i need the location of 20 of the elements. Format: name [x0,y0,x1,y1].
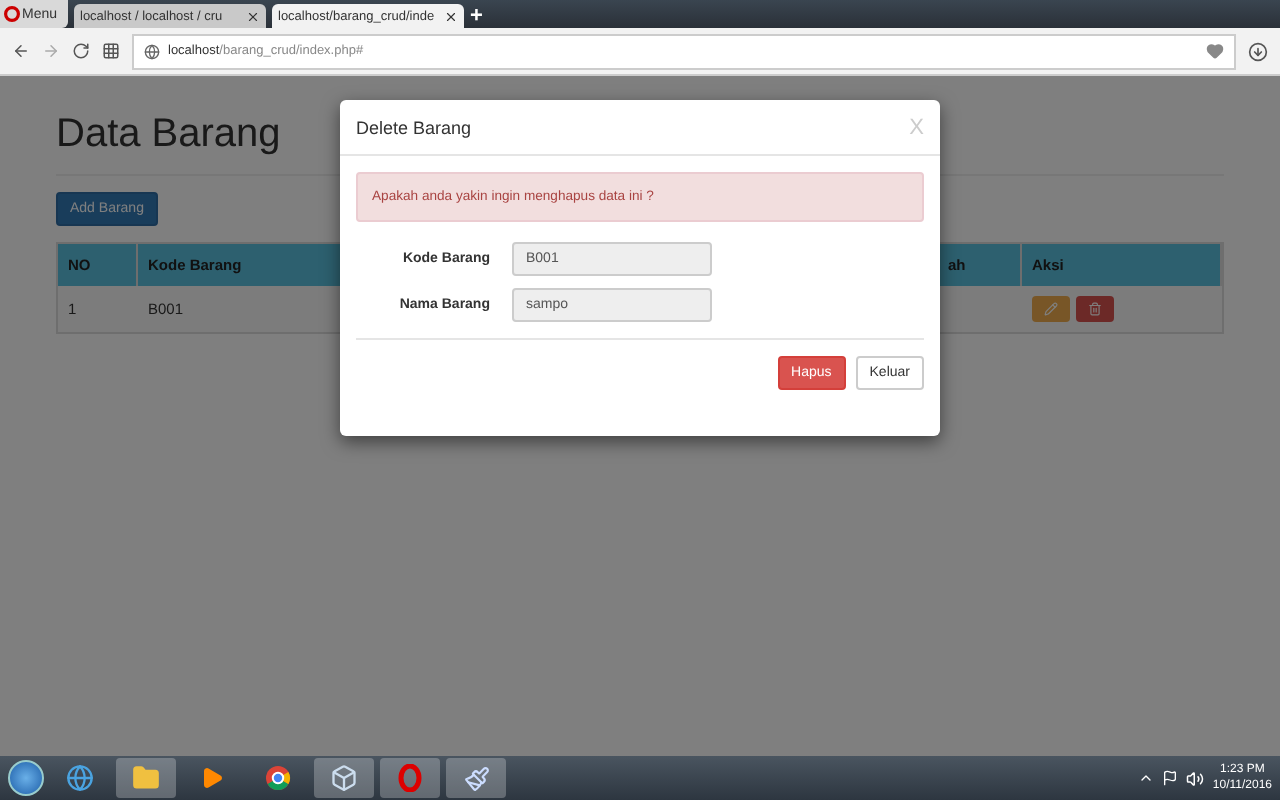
grid-icon[interactable] [102,42,120,60]
close-icon[interactable] [444,9,458,23]
trash-icon [1088,302,1102,316]
dialog-title: Delete Barang [356,117,472,137]
paint-icon[interactable] [446,758,506,798]
back-icon[interactable] [12,42,30,60]
heart-icon[interactable] [1206,42,1224,60]
folder-icon[interactable] [116,758,176,798]
close-icon[interactable] [246,9,260,23]
flag-icon[interactable] [1162,770,1179,786]
cube-icon[interactable] [314,758,374,798]
new-tab-button[interactable]: + [470,4,483,28]
start-button[interactable] [8,760,44,796]
chevron-icon[interactable] [1138,770,1155,786]
globe-icon [144,43,160,59]
reload-icon[interactable] [72,42,90,60]
download-icon[interactable] [1248,41,1268,61]
opera-icon [4,6,20,22]
volume-icon[interactable] [1186,769,1205,787]
pencil-icon [1044,302,1058,316]
